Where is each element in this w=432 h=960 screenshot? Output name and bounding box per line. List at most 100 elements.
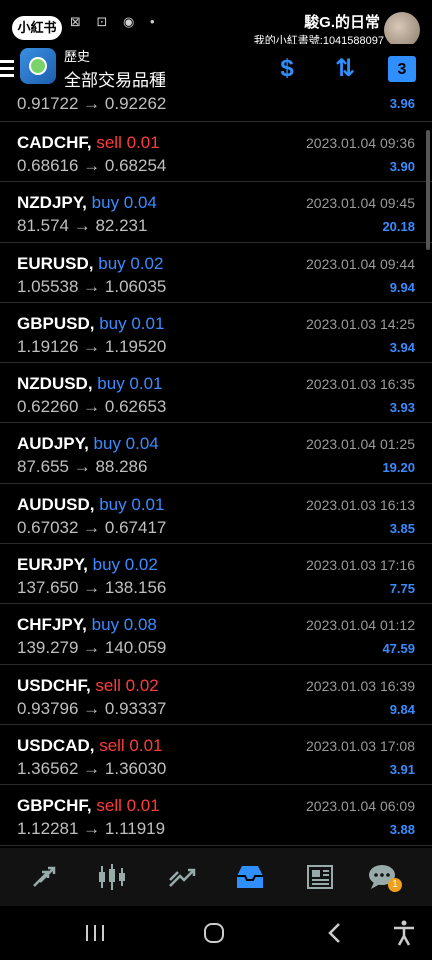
trade-datetime: 2023.01.03 14:25 (306, 315, 415, 332)
symbol-name: GBPCHF, (17, 796, 92, 816)
trade-profit: 3.91 (389, 761, 415, 777)
trade-datetime: 2023.01.04 01:12 (306, 617, 415, 634)
trade-row[interactable]: USDCHF, sell 0.02 0.93796 → 0.93337 2023.0… (0, 665, 432, 725)
trade-profit: 7.75 (389, 581, 415, 597)
trade-prices: 0.93796 → 0.93337 (17, 698, 167, 718)
trade-profit: 3.96 (389, 96, 415, 111)
chat-icon[interactable]: 1 (366, 862, 402, 892)
trade-row[interactable]: NZDJPY, buy 0.04 81.574 → 82.231 2023.01.0… (0, 182, 432, 243)
trade-prices: 87.655 → 88.286 (17, 457, 148, 477)
symbol-name: EURJPY, (17, 555, 88, 575)
trade-row[interactable]: EURUSD, buy 0.02 1.05538 → 1.06035 2023.01… (0, 243, 432, 303)
trade-profit: 3.93 (389, 400, 415, 416)
symbol-name: NZDJPY, (17, 193, 87, 213)
trade-symbol: AUDUSD, buy 0.01 (17, 495, 164, 515)
trade-row[interactable]: AUDUSD, buy 0.01 0.67032 → 0.67417 2023.01… (0, 484, 432, 545)
system-nav-bar (0, 906, 432, 960)
trade-row[interactable]: EURJPY, buy 0.02 137.650 → 138.156 2023.01… (0, 544, 432, 605)
trade-row[interactable]: USDCAD, sell 0.01 1.36562 → 1.36030 2023.0… (0, 725, 432, 786)
trade-datetime: 2023.01.04 09:44 (306, 255, 415, 272)
trade-datetime: 2023.01.04 01:25 (306, 436, 415, 453)
bottom-nav: 1 (0, 848, 432, 906)
trade-row[interactable]: CADCHF, sell 0.01 0.68616 → 0.68254 2023.0… (0, 122, 432, 183)
trade-row[interactable]: AUDJPY, buy 0.04 87.655 → 88.286 2023.01.0… (0, 423, 432, 484)
app-icon (20, 48, 56, 84)
symbol-name: CHFJPY, (17, 615, 87, 635)
trade-row[interactable]: NZDUSD, buy 0.01 0.62260 → 0.62653 2023.01… (0, 363, 432, 424)
trade-prices: 1.36562 → 1.36030 (17, 758, 167, 778)
trade-side: buy 0.02 (92, 555, 158, 575)
trade-profit: 9.84 (389, 701, 415, 717)
trade-prices: 81.574 → 82.231 (17, 216, 148, 236)
trade-profit: 47.59 (382, 641, 415, 657)
xiaohongshu-logo: 小紅书 (12, 16, 62, 40)
sort-by-profit-icon[interactable]: $ (272, 54, 302, 84)
accessibility-icon[interactable] (389, 918, 419, 948)
trade-symbol: NZDJPY, buy 0.04 (17, 193, 157, 213)
trade-symbol: USDCAD, sell 0.01 (17, 736, 163, 756)
history-icon[interactable] (234, 862, 266, 892)
symbol-filter[interactable]: 全部交易品種 (64, 66, 166, 91)
trade-side: sell 0.02 (95, 675, 159, 695)
trade-symbol: EURUSD, buy 0.02 (17, 254, 163, 274)
trade-side: buy 0.04 (91, 193, 157, 213)
trade-prices: 0.62260 → 0.62653 (17, 397, 167, 417)
trade-profit: 3.88 (389, 822, 415, 838)
trade-row[interactable]: CHFJPY, buy 0.08 139.279 → 140.059 2023.01… (0, 604, 432, 665)
trade-symbol: GBPUSD, buy 0.01 (17, 314, 164, 334)
trade-symbol: USDCHF, sell 0.02 (17, 676, 159, 696)
trade-datetime: 2023.01.04 09:36 (306, 135, 415, 151)
owner-avatar (384, 12, 420, 48)
owner-name: 駿G.的日常 (304, 14, 380, 31)
symbol-name: CADCHF, (17, 133, 92, 152)
quotes-icon[interactable] (28, 862, 60, 892)
trade-profit: 9.94 (389, 279, 415, 295)
trade-side: sell 0.01 (96, 133, 160, 152)
trade-row-partial[interactable]: 0.91722 → 0.92262 3.96 (0, 96, 432, 122)
scrollbar[interactable] (426, 130, 430, 250)
trade-symbol: CADCHF, sell 0.01 (17, 133, 160, 153)
trade-symbol: EURJPY, buy 0.02 (17, 555, 158, 575)
trade-icon[interactable] (166, 862, 198, 892)
trade-side: buy 0.01 (97, 374, 163, 394)
trade-side: sell 0.01 (99, 735, 163, 755)
sort-icon[interactable]: ⇅ (330, 54, 360, 84)
trade-datetime: 2023.01.03 17:16 (306, 557, 415, 574)
trade-prices: 1.19126 → 1.19520 (17, 336, 167, 356)
trade-side: buy 0.01 (99, 313, 165, 333)
menu-icon[interactable] (0, 56, 14, 80)
toolbar: 歷史 全部交易品種 $ ⇅ 3 (0, 44, 432, 96)
trade-row[interactable]: GBPCHF, sell 0.01 1.12281 → 1.11919 2023.0… (0, 785, 432, 846)
trade-profit: 3.90 (389, 159, 415, 174)
trade-profit: 3.94 (389, 339, 415, 355)
trade-symbol: NZDUSD, buy 0.01 (17, 374, 163, 394)
trade-profit: 20.18 (382, 219, 415, 235)
symbol-name: AUDJPY, (17, 434, 89, 454)
trade-prices: 139.279 → 140.059 (17, 638, 167, 658)
symbol-name: NZDUSD, (17, 374, 93, 394)
page-title: 歷史 (64, 49, 91, 64)
status-bar: 小紅书 ⊠ ⊡ ◉ • 駿G.的日常 我的小紅書號:1041588097 (0, 0, 432, 48)
trade-history-list[interactable]: 0.91722 → 0.92262 3.96 CADCHF, sell 0.01… (0, 96, 432, 848)
trade-datetime: 2023.01.04 09:45 (306, 195, 415, 212)
status-icons: ⊠ ⊡ ◉ • (70, 14, 161, 29)
trade-profit: 3.85 (389, 520, 415, 536)
chart-icon[interactable] (96, 862, 128, 892)
trade-datetime: 2023.01.03 16:35 (306, 376, 415, 393)
trade-row[interactable]: GBPUSD, buy 0.01 1.19126 → 1.19520 2023.01… (0, 303, 432, 364)
calendar-icon[interactable]: 3 (388, 56, 416, 82)
back-icon[interactable] (320, 918, 350, 948)
trade-datetime: 2023.01.03 16:39 (306, 677, 415, 694)
symbol-name: AUDUSD, (17, 494, 95, 514)
trade-side: buy 0.01 (99, 494, 165, 514)
symbol-name: USDCHF, (17, 675, 91, 695)
symbol-name: EURUSD, (17, 253, 94, 273)
trade-side: buy 0.08 (91, 615, 157, 635)
news-icon[interactable] (304, 862, 336, 892)
chat-badge: 1 (388, 878, 402, 892)
home-icon[interactable] (199, 918, 229, 948)
recent-apps-icon[interactable] (80, 918, 110, 948)
trade-symbol: GBPCHF, sell 0.01 (17, 796, 160, 816)
trade-datetime: 2023.01.03 16:13 (306, 496, 415, 513)
symbol-name: GBPUSD, (17, 313, 95, 333)
